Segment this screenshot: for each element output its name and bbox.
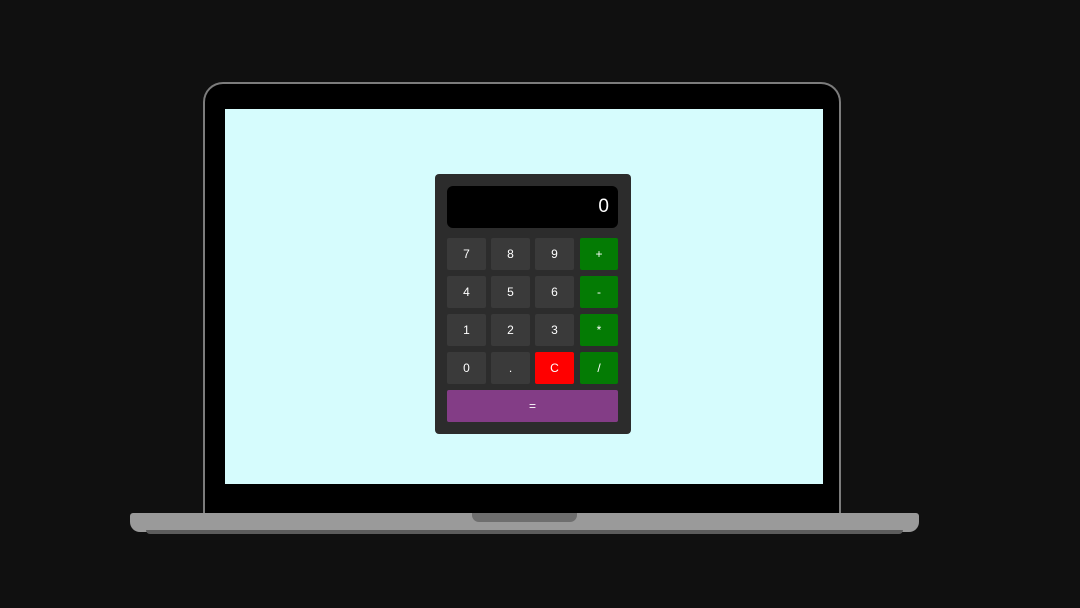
key-8[interactable]: 8 — [491, 238, 530, 270]
key-multiply[interactable]: * — [580, 314, 618, 346]
key-1[interactable]: 1 — [447, 314, 486, 346]
key-5[interactable]: 5 — [491, 276, 530, 308]
key-minus[interactable]: - — [580, 276, 618, 308]
key-9[interactable]: 9 — [535, 238, 574, 270]
key-decimal[interactable]: . — [491, 352, 530, 384]
key-equals[interactable]: = — [447, 390, 618, 422]
key-6[interactable]: 6 — [535, 276, 574, 308]
key-7[interactable]: 7 — [447, 238, 486, 270]
stage: 0 7 8 9 + 4 5 6 - 1 2 3 * 0 . C / = — [0, 0, 1080, 608]
key-plus[interactable]: + — [580, 238, 618, 270]
laptop-base-shadow — [146, 530, 903, 534]
key-3[interactable]: 3 — [535, 314, 574, 346]
calculator: 0 7 8 9 + 4 5 6 - 1 2 3 * 0 . C / = — [435, 174, 631, 434]
key-divide[interactable]: / — [580, 352, 618, 384]
key-clear[interactable]: C — [535, 352, 574, 384]
key-2[interactable]: 2 — [491, 314, 530, 346]
calculator-display: 0 — [447, 186, 618, 228]
laptop-notch — [472, 513, 577, 522]
key-0[interactable]: 0 — [447, 352, 486, 384]
key-4[interactable]: 4 — [447, 276, 486, 308]
